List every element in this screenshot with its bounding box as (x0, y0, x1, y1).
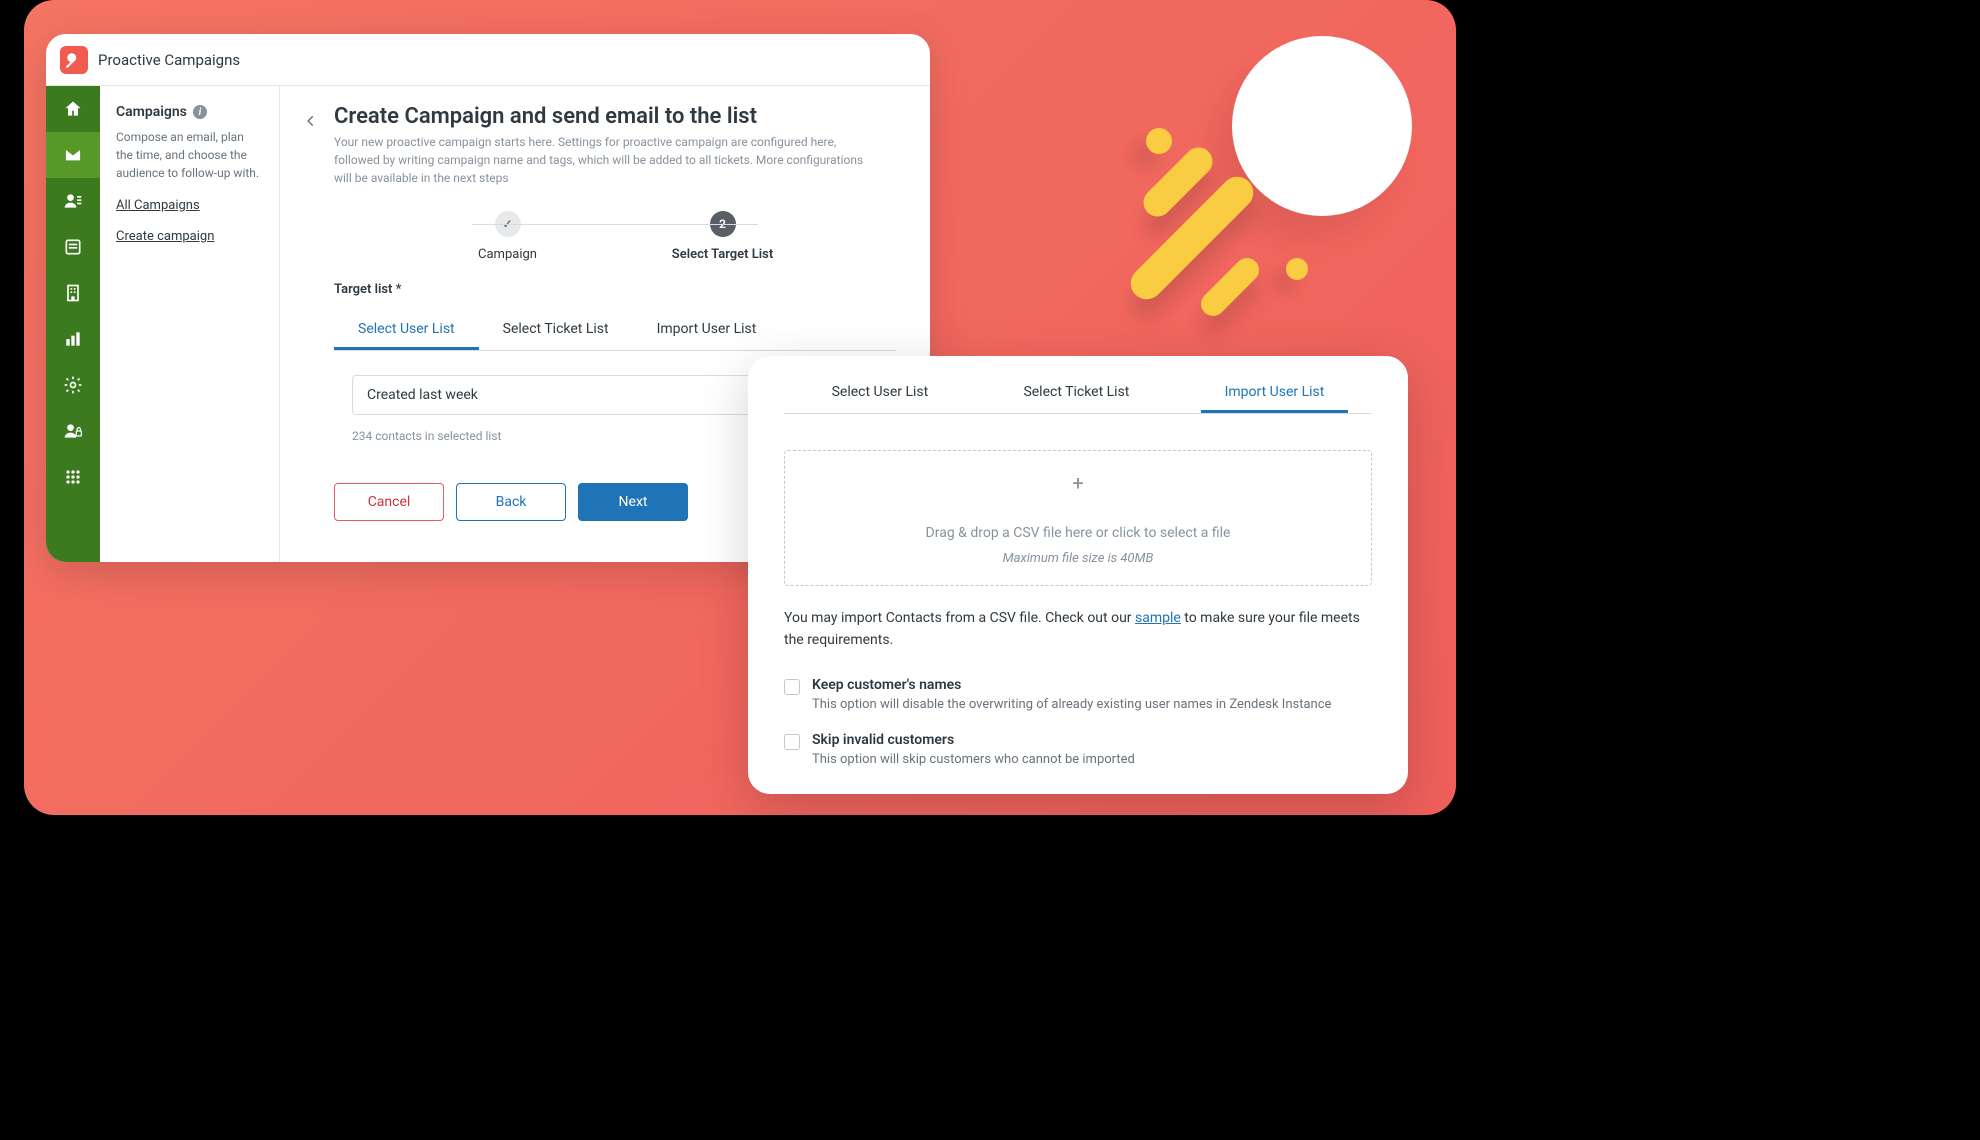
tab-import-user-list[interactable]: Import User List (633, 311, 781, 350)
import-popover: Select User List Select Ticket List Impo… (748, 356, 1408, 794)
info-icon[interactable]: i (193, 105, 207, 119)
background-canvas: Proactive Campaigns Campaigns i (24, 0, 1456, 815)
checkbox-keep-names[interactable] (784, 679, 800, 695)
app-logo-icon (60, 46, 88, 74)
sample-link[interactable]: sample (1135, 610, 1181, 626)
checkbox-skip-invalid[interactable] (784, 734, 800, 750)
sidebar-description: Compose an email, plan the time, and cho… (116, 128, 263, 182)
step-label: Campaign (478, 247, 537, 262)
popover-tab-user-list[interactable]: Select User List (808, 374, 953, 413)
option-description: This option will disable the overwriting… (812, 697, 1331, 712)
option-skip-invalid: Skip invalid customers This option will … (784, 732, 1372, 767)
cancel-button[interactable]: Cancel (334, 483, 444, 521)
ray-decoration (1196, 253, 1264, 321)
step-campaign[interactable]: ✓ Campaign (400, 211, 615, 262)
sidebar: Campaigns i Compose an email, plan the t… (100, 86, 280, 562)
popover-tab-ticket-list[interactable]: Select Ticket List (999, 374, 1153, 413)
sidebar-heading-text: Campaigns (116, 104, 187, 120)
next-button[interactable]: Next (578, 483, 688, 521)
back-button[interactable]: Back (456, 483, 566, 521)
option-keep-names: Keep customer's names This option will d… (784, 677, 1372, 712)
rail-reports[interactable] (46, 316, 100, 362)
import-note-pre: You may import Contacts from a CSV file.… (784, 610, 1135, 626)
rail-home[interactable] (46, 86, 100, 132)
rail-contacts[interactable] (46, 178, 100, 224)
plus-icon: + (1072, 471, 1083, 495)
app-title: Proactive Campaigns (98, 51, 240, 69)
target-tabs: Select User List Select Ticket List Impo… (334, 311, 896, 351)
option-title: Keep customer's names (812, 677, 1331, 693)
option-title: Skip invalid customers (812, 732, 1135, 748)
ray-dot (1146, 128, 1172, 154)
option-description: This option will skip customers who cann… (812, 752, 1135, 767)
tab-select-user-list[interactable]: Select User List (334, 311, 479, 350)
stepper: ✓ Campaign 2 Select Target List (400, 211, 830, 262)
sidebar-heading: Campaigns i (116, 104, 263, 120)
rail-org[interactable] (46, 270, 100, 316)
page-description: Your new proactive campaign starts here.… (334, 133, 874, 187)
dropzone-text: Drag & drop a CSV file here or click to … (926, 525, 1231, 541)
stepper-line (472, 224, 758, 225)
rail-apps[interactable] (46, 454, 100, 500)
popover-tabs: Select User List Select Ticket List Impo… (784, 374, 1372, 414)
target-list-value: Created last week (367, 387, 478, 403)
dropzone-subtext: Maximum file size is 40MB (1003, 551, 1154, 566)
sidebar-link-create-campaign[interactable]: Create campaign (116, 229, 263, 244)
back-chevron-icon[interactable] (294, 104, 328, 138)
step-target-list[interactable]: 2 Select Target List (615, 211, 830, 262)
rail-settings[interactable] (46, 362, 100, 408)
sun-decoration (1232, 36, 1412, 216)
import-note: You may import Contacts from a CSV file.… (784, 608, 1372, 651)
rail-mail[interactable] (46, 132, 100, 178)
rail-permissions[interactable] (46, 408, 100, 454)
sidebar-link-all-campaigns[interactable]: All Campaigns (116, 198, 263, 213)
step-label: Select Target List (672, 247, 773, 262)
target-list-label: Target list * (334, 282, 896, 297)
rail-content[interactable] (46, 224, 100, 270)
page-title: Create Campaign and send email to the li… (334, 104, 896, 129)
ray-dot (1286, 258, 1308, 280)
csv-dropzone[interactable]: + Drag & drop a CSV file here or click t… (784, 450, 1372, 586)
popover-tab-import[interactable]: Import User List (1201, 374, 1349, 413)
tab-select-ticket-list[interactable]: Select Ticket List (479, 311, 633, 350)
nav-rail (46, 86, 100, 562)
titlebar: Proactive Campaigns (46, 34, 930, 86)
